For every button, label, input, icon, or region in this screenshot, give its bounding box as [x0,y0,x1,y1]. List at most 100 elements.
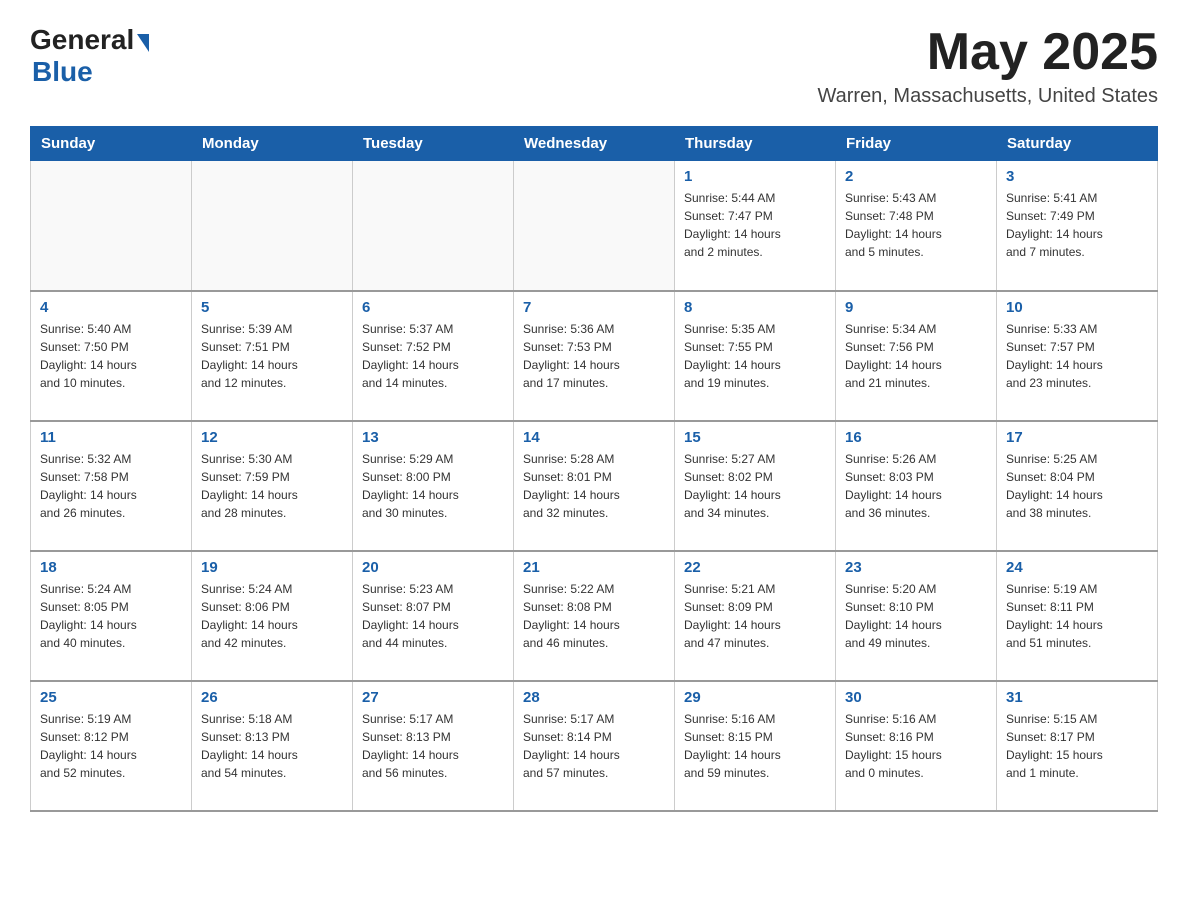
weekday-header-monday: Monday [192,127,353,161]
day-info: Sunrise: 5:37 AM Sunset: 7:52 PM Dayligh… [362,320,504,392]
day-info: Sunrise: 5:24 AM Sunset: 8:05 PM Dayligh… [40,580,182,652]
day-number: 5 [201,299,343,316]
weekday-header-wednesday: Wednesday [514,127,675,161]
calendar-cell: 29 Sunrise: 5:16 AM Sunset: 8:15 PM Dayli… [675,681,836,811]
calendar-cell: 23Sunrise: 5:20 AM Sunset: 8:10 PM Dayli… [836,551,997,681]
weekday-header-saturday: Saturday [997,127,1158,161]
weekday-header-tuesday: Tuesday [353,127,514,161]
calendar-cell [31,161,192,291]
day-number: 14 [523,429,665,446]
calendar-cell: 20Sunrise: 5:23 AM Sunset: 8:07 PM Dayli… [353,551,514,681]
calendar-header: SundayMondayTuesdayWednesdayThursdayFrid… [31,127,1158,161]
day-info: Sunrise: 5:25 AM Sunset: 8:04 PM Dayligh… [1006,450,1148,522]
calendar-cell: 22Sunrise: 5:21 AM Sunset: 8:09 PM Dayli… [675,551,836,681]
day-info: Sunrise: 5:19 AM Sunset: 8:11 PM Dayligh… [1006,580,1148,652]
calendar-cell: 27Sunrise: 5:17 AM Sunset: 8:13 PM Dayli… [353,681,514,811]
day-info: Sunrise: 5:41 AM Sunset: 7:49 PM Dayligh… [1006,189,1148,261]
day-number: 6 [362,299,504,316]
day-number: 26 [201,689,343,706]
calendar-cell: 4Sunrise: 5:40 AM Sunset: 7:50 PM Daylig… [31,291,192,421]
location: Warren, Massachusetts, United States [817,85,1158,108]
day-info: Sunrise: 5:19 AM Sunset: 8:12 PM Dayligh… [40,710,182,782]
day-number: 17 [1006,429,1148,446]
day-info: Sunrise: 5:17 AM Sunset: 8:13 PM Dayligh… [362,710,504,782]
calendar-cell: 6 Sunrise: 5:37 AM Sunset: 7:52 PM Daylig… [353,291,514,421]
day-number: 25 [40,689,182,706]
day-number: 23 [845,559,987,576]
day-number: 7 [523,299,665,316]
month-title: May 2025 [817,24,1158,81]
day-number: 13 [362,429,504,446]
calendar-cell: 14 Sunrise: 5:28 AM Sunset: 8:01 PM Dayli… [514,421,675,551]
day-info: Sunrise: 5:24 AM Sunset: 8:06 PM Dayligh… [201,580,343,652]
calendar-cell: 30Sunrise: 5:16 AM Sunset: 8:16 PM Dayli… [836,681,997,811]
day-info: Sunrise: 5:15 AM Sunset: 8:17 PM Dayligh… [1006,710,1148,782]
day-info: Sunrise: 5:44 AM Sunset: 7:47 PM Dayligh… [684,189,826,261]
calendar-cell [514,161,675,291]
day-number: 30 [845,689,987,706]
calendar-cell: 21 Sunrise: 5:22 AM Sunset: 8:08 PM Dayli… [514,551,675,681]
calendar: SundayMondayTuesdayWednesdayThursdayFrid… [30,126,1158,812]
day-info: Sunrise: 5:28 AM Sunset: 8:01 PM Dayligh… [523,450,665,522]
day-info: Sunrise: 5:16 AM Sunset: 8:15 PM Dayligh… [684,710,826,782]
day-info: Sunrise: 5:18 AM Sunset: 8:13 PM Dayligh… [201,710,343,782]
calendar-week-row: 4Sunrise: 5:40 AM Sunset: 7:50 PM Daylig… [31,291,1158,421]
day-number: 11 [40,429,182,446]
day-number: 16 [845,429,987,446]
day-info: Sunrise: 5:33 AM Sunset: 7:57 PM Dayligh… [1006,320,1148,392]
day-info: Sunrise: 5:22 AM Sunset: 8:08 PM Dayligh… [523,580,665,652]
day-info: Sunrise: 5:34 AM Sunset: 7:56 PM Dayligh… [845,320,987,392]
title-area: May 2025 Warren, Massachusetts, United S… [817,24,1158,108]
weekday-header-row: SundayMondayTuesdayWednesdayThursdayFrid… [31,127,1158,161]
day-info: Sunrise: 5:30 AM Sunset: 7:59 PM Dayligh… [201,450,343,522]
day-number: 18 [40,559,182,576]
calendar-cell: 16Sunrise: 5:26 AM Sunset: 8:03 PM Dayli… [836,421,997,551]
day-info: Sunrise: 5:17 AM Sunset: 8:14 PM Dayligh… [523,710,665,782]
calendar-cell: 17 Sunrise: 5:25 AM Sunset: 8:04 PM Dayli… [997,421,1158,551]
day-info: Sunrise: 5:32 AM Sunset: 7:58 PM Dayligh… [40,450,182,522]
day-number: 24 [1006,559,1148,576]
logo-general-text: General [30,24,134,56]
calendar-week-row: 1 Sunrise: 5:44 AM Sunset: 7:47 PM Daylig… [31,161,1158,291]
calendar-cell [192,161,353,291]
calendar-cell: 24 Sunrise: 5:19 AM Sunset: 8:11 PM Dayli… [997,551,1158,681]
calendar-cell: 12 Sunrise: 5:30 AM Sunset: 7:59 PM Dayli… [192,421,353,551]
day-info: Sunrise: 5:35 AM Sunset: 7:55 PM Dayligh… [684,320,826,392]
weekday-header-sunday: Sunday [31,127,192,161]
day-info: Sunrise: 5:36 AM Sunset: 7:53 PM Dayligh… [523,320,665,392]
day-number: 15 [684,429,826,446]
calendar-cell: 7 Sunrise: 5:36 AM Sunset: 7:53 PM Daylig… [514,291,675,421]
calendar-cell: 3 Sunrise: 5:41 AM Sunset: 7:49 PM Daylig… [997,161,1158,291]
calendar-cell: 31Sunrise: 5:15 AM Sunset: 8:17 PM Dayli… [997,681,1158,811]
calendar-cell: 11 Sunrise: 5:32 AM Sunset: 7:58 PM Dayli… [31,421,192,551]
calendar-week-row: 25 Sunrise: 5:19 AM Sunset: 8:12 PM Dayli… [31,681,1158,811]
day-number: 21 [523,559,665,576]
day-number: 3 [1006,168,1148,185]
day-number: 29 [684,689,826,706]
day-number: 2 [845,168,987,185]
page-header: General Blue May 2025 Warren, Massachuse… [30,24,1158,108]
calendar-cell: 25 Sunrise: 5:19 AM Sunset: 8:12 PM Dayli… [31,681,192,811]
calendar-cell [353,161,514,291]
weekday-header-thursday: Thursday [675,127,836,161]
calendar-cell: 13Sunrise: 5:29 AM Sunset: 8:00 PM Dayli… [353,421,514,551]
day-number: 28 [523,689,665,706]
calendar-cell: 8 Sunrise: 5:35 AM Sunset: 7:55 PM Daylig… [675,291,836,421]
day-number: 12 [201,429,343,446]
day-number: 1 [684,168,826,185]
day-number: 9 [845,299,987,316]
calendar-cell: 18 Sunrise: 5:24 AM Sunset: 8:05 PM Dayli… [31,551,192,681]
day-info: Sunrise: 5:27 AM Sunset: 8:02 PM Dayligh… [684,450,826,522]
calendar-week-row: 11 Sunrise: 5:32 AM Sunset: 7:58 PM Dayli… [31,421,1158,551]
day-number: 22 [684,559,826,576]
day-info: Sunrise: 5:43 AM Sunset: 7:48 PM Dayligh… [845,189,987,261]
calendar-cell: 19 Sunrise: 5:24 AM Sunset: 8:06 PM Dayli… [192,551,353,681]
day-number: 19 [201,559,343,576]
calendar-body: 1 Sunrise: 5:44 AM Sunset: 7:47 PM Daylig… [31,161,1158,811]
day-number: 8 [684,299,826,316]
calendar-cell: 9 Sunrise: 5:34 AM Sunset: 7:56 PM Daylig… [836,291,997,421]
calendar-cell: 26 Sunrise: 5:18 AM Sunset: 8:13 PM Dayli… [192,681,353,811]
weekday-header-friday: Friday [836,127,997,161]
day-number: 4 [40,299,182,316]
day-info: Sunrise: 5:39 AM Sunset: 7:51 PM Dayligh… [201,320,343,392]
